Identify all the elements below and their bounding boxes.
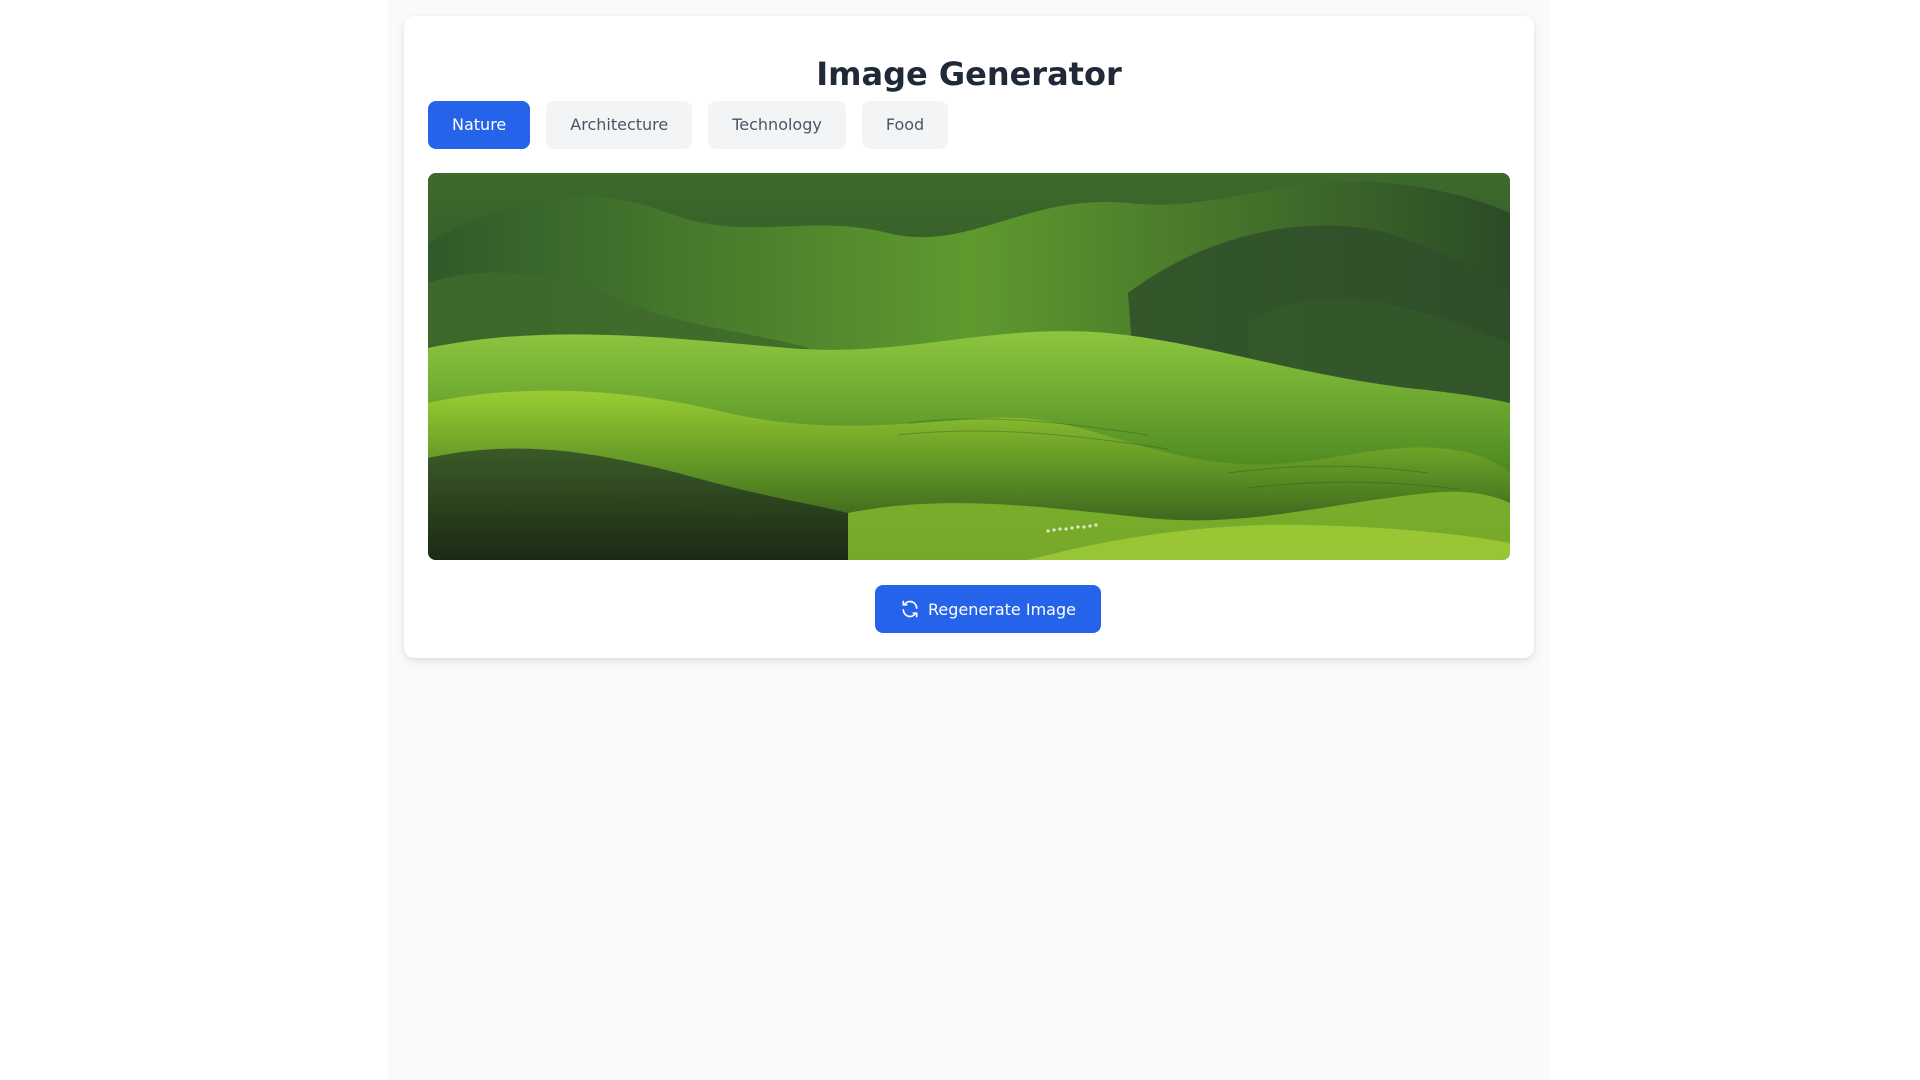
- landscape-illustration: [428, 173, 1510, 560]
- page-column: Image Generator Nature Architecture Tech…: [388, 0, 1550, 1080]
- page-title: Image Generator: [816, 55, 1122, 93]
- tab-architecture[interactable]: Architecture: [546, 101, 693, 149]
- tab-technology[interactable]: Technology: [708, 101, 846, 149]
- regenerate-button-label: Regenerate Image: [928, 599, 1076, 619]
- tab-nature[interactable]: Nature: [428, 101, 531, 149]
- regenerate-button[interactable]: Regenerate Image: [875, 585, 1101, 633]
- tab-food[interactable]: Food: [861, 101, 949, 149]
- category-tabs: Nature Architecture Technology Food: [428, 101, 949, 149]
- generated-image: [428, 173, 1510, 560]
- refresh-icon: [900, 599, 920, 619]
- generator-card: Image Generator Nature Architecture Tech…: [404, 16, 1534, 658]
